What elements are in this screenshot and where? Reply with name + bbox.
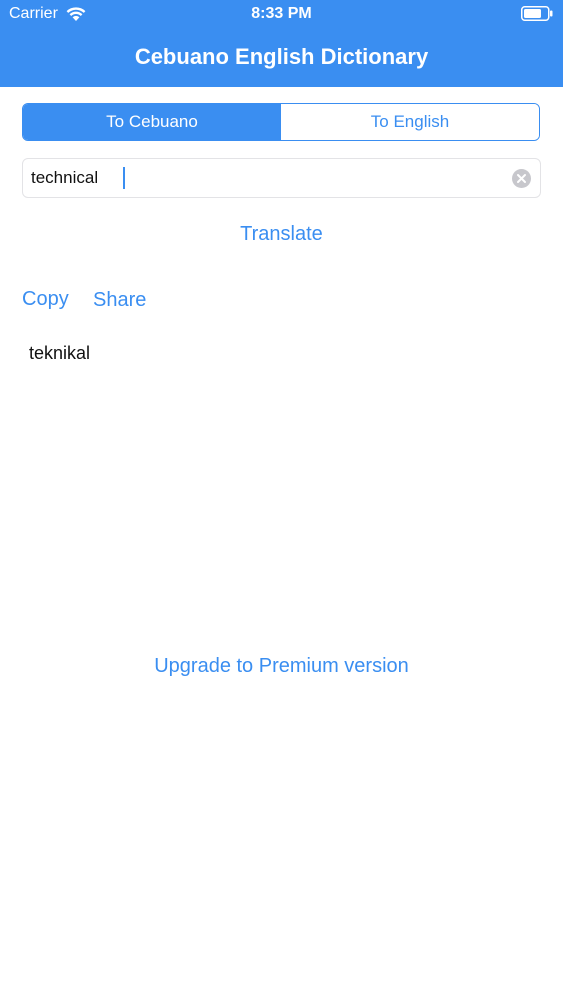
text-caret [123,167,125,189]
page-title: Cebuano English Dictionary [134,44,429,69]
segment-to-cebuano-label: To Cebuano [106,112,198,131]
app-header: Carrier 8:33 PM Cebuano English Dictiona… [0,0,563,87]
segment-to-english[interactable]: To English [281,104,539,140]
search-input[interactable] [31,159,501,197]
battery-icon [521,6,553,21]
translation-result: teknikal [29,343,91,363]
clear-icon[interactable] [512,169,531,188]
segment-to-english-label: To English [370,112,450,131]
copy-button[interactable]: Copy [22,288,69,311]
language-segmented-control: To Cebuano To English [22,103,540,141]
upgrade-premium-link[interactable]: Upgrade to Premium version [0,655,563,678]
segment-to-cebuano[interactable]: To Cebuano [23,104,281,140]
search-field [22,158,541,198]
translate-button[interactable]: Translate [0,223,563,246]
share-button[interactable]: Share [93,289,146,312]
status-time: 8:33 PM [251,5,312,22]
